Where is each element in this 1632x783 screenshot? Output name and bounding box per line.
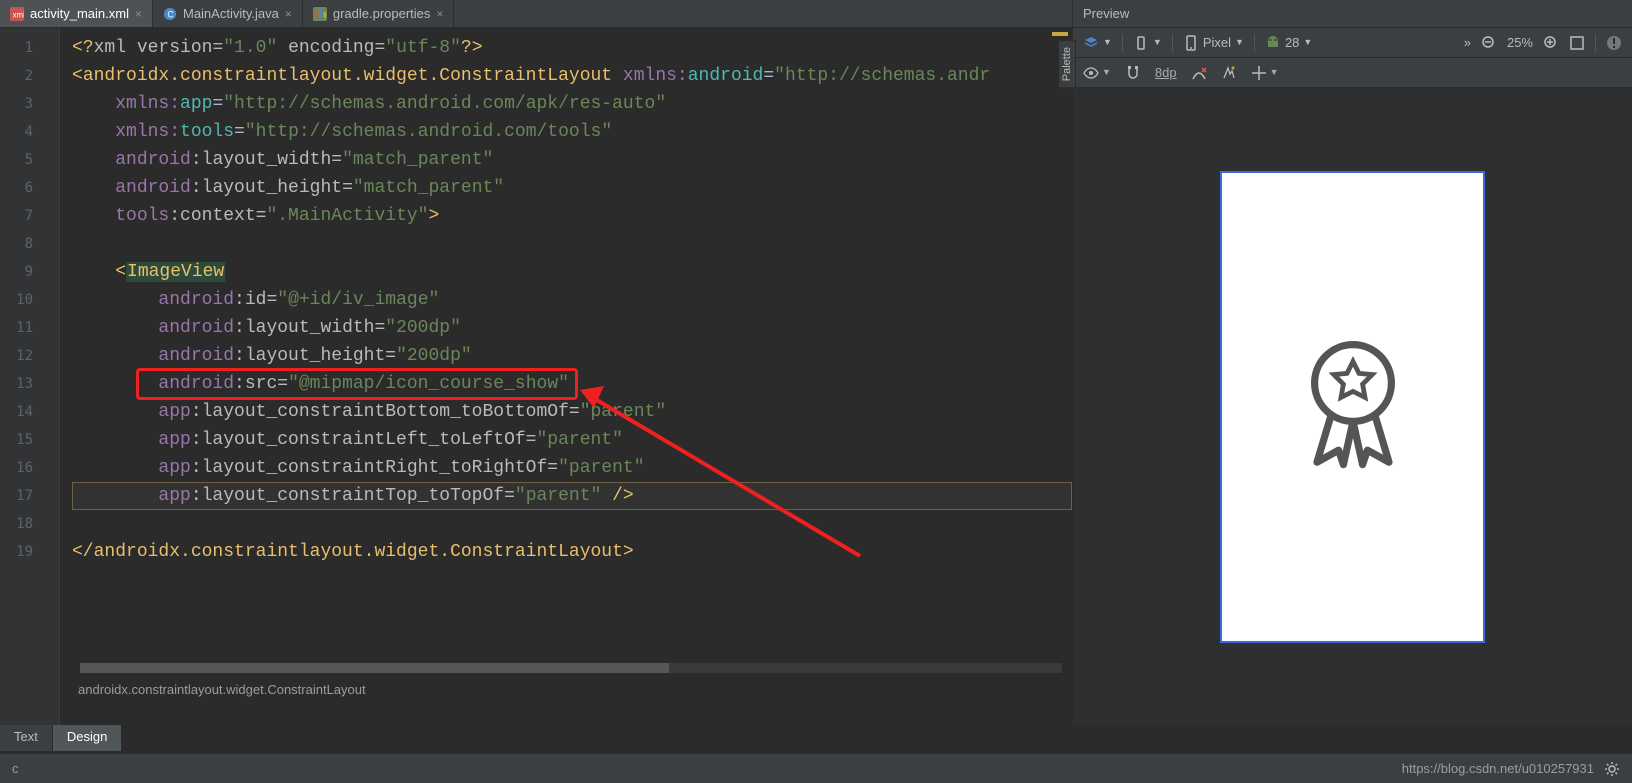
tab-mainactivity[interactable]: C MainActivity.java ×	[153, 0, 303, 27]
orientation-icon	[1133, 35, 1149, 51]
main-split: 1 2 3 4 5 6 7 8 9 10 11 12 13 14 15 16 1…	[0, 28, 1632, 725]
palette-tab[interactable]: Palette	[1058, 40, 1076, 88]
line-number: 9	[0, 258, 59, 286]
gear-icon[interactable]	[1604, 761, 1620, 777]
tab-design[interactable]: Design	[53, 725, 122, 751]
line-gutter: 1 2 3 4 5 6 7 8 9 10 11 12 13 14 15 16 1…	[0, 28, 60, 725]
preview-canvas[interactable]	[1073, 88, 1632, 725]
zoom-in-button[interactable]	[1543, 35, 1559, 51]
guidelines-icon	[1251, 65, 1267, 81]
device-frame[interactable]	[1220, 171, 1485, 643]
line-number: 7	[0, 202, 59, 230]
line-number: 6	[0, 174, 59, 202]
magnet-icon[interactable]	[1125, 65, 1141, 81]
api-label: 28	[1285, 35, 1299, 50]
line-number: 16	[0, 454, 59, 482]
line-number: 18	[0, 510, 59, 538]
java-class-icon: C	[163, 7, 177, 21]
preview-panel: Preview ▼ ▼ Pixel ▼	[1072, 0, 1632, 725]
tab-activity-main[interactable]: xml activity_main.xml ×	[0, 0, 153, 27]
line-number: 11	[0, 314, 59, 342]
line-number: 17	[0, 482, 59, 510]
layout-editor-tabs: Text Design	[0, 725, 122, 751]
layers-icon	[1083, 35, 1099, 51]
zoom-out-icon	[1481, 35, 1497, 51]
award-ribbon-icon	[1293, 332, 1413, 482]
preview-toolbar-1: ▼ ▼ Pixel ▼ 28 ▼ » 25%	[1073, 28, 1632, 58]
line-number: 14	[0, 398, 59, 426]
scrollbar-thumb[interactable]	[80, 663, 669, 673]
clear-constraints-icon[interactable]	[1191, 65, 1207, 81]
svg-text:xml: xml	[13, 10, 24, 19]
zoom-out-button[interactable]	[1481, 35, 1497, 51]
fit-icon	[1569, 35, 1585, 51]
device-icon	[1183, 35, 1199, 51]
status-bar: c https://blog.csdn.net/u010257931	[0, 753, 1632, 783]
tab-label: gradle.properties	[333, 6, 431, 21]
line-number: 10	[0, 286, 59, 314]
tab-label: activity_main.xml	[30, 6, 129, 21]
line-number: 4	[0, 118, 59, 146]
error-stripe[interactable]	[1052, 32, 1068, 38]
line-number: 12	[0, 342, 59, 370]
horizontal-scrollbar[interactable]	[80, 663, 1062, 673]
xml-file-icon: xml	[10, 7, 24, 21]
preview-title: Preview	[1083, 6, 1129, 21]
view-options-dropdown[interactable]: ▼	[1083, 65, 1111, 81]
tab-gradle-properties[interactable]: gradle.properties ×	[303, 0, 455, 27]
guidelines-dropdown[interactable]: ▼	[1251, 65, 1279, 81]
close-icon[interactable]: ×	[285, 7, 292, 21]
surfaces-dropdown[interactable]: ▼	[1083, 35, 1112, 51]
gradle-file-icon	[313, 7, 327, 21]
tab-label: MainActivity.java	[183, 6, 279, 21]
zoom-fit-button[interactable]	[1569, 35, 1585, 51]
svg-text:C: C	[167, 9, 173, 19]
line-number: 19	[0, 538, 59, 566]
more-icon[interactable]: »	[1464, 35, 1471, 50]
android-icon	[1265, 35, 1281, 51]
watermark-url: https://blog.csdn.net/u010257931	[1402, 761, 1594, 776]
line-number: 15	[0, 426, 59, 454]
line-number: 5	[0, 146, 59, 174]
close-icon[interactable]: ×	[436, 7, 443, 21]
preview-titlebar: Preview	[1073, 0, 1632, 28]
preview-toolbar-2: ▼ 8dp ▼	[1073, 58, 1632, 88]
device-dropdown[interactable]: Pixel ▼	[1183, 35, 1244, 51]
annotation-highlight-box	[136, 368, 578, 400]
line-number: 13	[0, 370, 59, 398]
orientation-dropdown[interactable]: ▼	[1133, 35, 1162, 51]
line-number: 2	[0, 62, 59, 90]
warnings-button[interactable]	[1606, 35, 1622, 51]
default-margin[interactable]: 8dp	[1155, 65, 1177, 80]
api-dropdown[interactable]: 28 ▼	[1265, 35, 1312, 51]
line-number: 8	[0, 230, 59, 258]
tab-text[interactable]: Text	[0, 725, 53, 751]
eye-icon	[1083, 65, 1099, 81]
status-left: c	[12, 761, 19, 776]
warning-icon	[1606, 35, 1622, 51]
line-number: 3	[0, 90, 59, 118]
device-label: Pixel	[1203, 35, 1231, 50]
breadcrumb[interactable]: androidx.constraintlayout.widget.Constra…	[78, 682, 366, 697]
close-icon[interactable]: ×	[135, 7, 142, 21]
code-editor[interactable]: <?xml version="1.0" encoding="utf-8"?> <…	[60, 28, 1072, 725]
infer-constraints-icon[interactable]	[1221, 65, 1237, 81]
zoom-label: 25%	[1507, 35, 1533, 50]
line-number: 1	[0, 34, 59, 62]
zoom-in-icon	[1543, 35, 1559, 51]
